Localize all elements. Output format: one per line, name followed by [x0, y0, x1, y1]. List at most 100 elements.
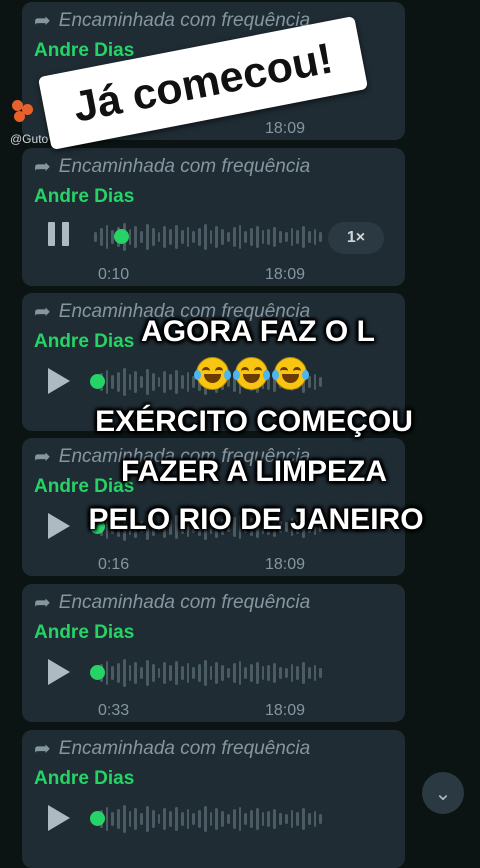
playback-position[interactable]: [90, 811, 105, 826]
waveform-bar: [186, 372, 190, 392]
waveform-bar: [209, 666, 213, 680]
voice-message[interactable]: ➦ Encaminhada com frequência Andre Dias …: [22, 584, 405, 722]
waveform-bar: [279, 667, 282, 679]
waveform-bar: [128, 665, 132, 681]
waveform-bar: [122, 805, 126, 833]
waveform-bar: [221, 665, 224, 681]
waveform-bar: [169, 665, 172, 681]
voice-message[interactable]: ➦ Encaminhada com frequência Andre Dias: [22, 730, 405, 868]
waveform-bar: [122, 368, 126, 396]
waveform-bar: [250, 228, 253, 246]
waveform-bar: [157, 668, 161, 678]
waveform-bar: [203, 660, 207, 686]
waveform-bar: [319, 814, 323, 824]
waveform-bar: [221, 811, 224, 827]
waveform-bar: [140, 376, 144, 388]
waveform-bar: [140, 231, 144, 243]
laughing-emoji-icon: [194, 357, 231, 390]
waveform-bar: [296, 230, 300, 244]
waveform-bar: [279, 813, 282, 825]
waveform-bar: [238, 661, 242, 685]
sender-name: Andre Dias: [34, 768, 135, 789]
watermark-logo-icon: [10, 100, 36, 124]
waveform-bar: [117, 663, 120, 683]
waveform-bar: [296, 666, 300, 680]
scroll-down-button[interactable]: ⌄: [422, 772, 464, 814]
waveform-bar: [134, 662, 138, 684]
laughing-emoji-row: [194, 357, 309, 390]
waveform-bar: [313, 811, 317, 827]
waveform-bar: [221, 229, 224, 245]
waveform-bar: [215, 226, 219, 248]
forward-arrows-icon: ➦: [34, 592, 51, 614]
message-time: 18:09: [265, 702, 306, 719]
waveform-bar: [128, 374, 132, 390]
forward-arrows-icon: ➦: [34, 10, 51, 32]
waveform-bar: [169, 811, 172, 827]
forward-arrows-icon: ➦: [34, 738, 51, 760]
play-button[interactable]: [48, 656, 78, 688]
message-duration: 0:10: [98, 266, 130, 283]
playback-speed-button[interactable]: 1×: [328, 222, 384, 254]
waveform-bar: [111, 666, 115, 680]
waveform-bar: [105, 807, 109, 831]
waveform-bar: [273, 227, 276, 247]
waveform-bar: [313, 665, 317, 681]
message-time: 18:09: [265, 556, 306, 573]
waveform-bar: [215, 662, 219, 684]
voice-message[interactable]: ➦ Encaminhada com frequência Andre Dias …: [22, 148, 405, 286]
waveform-bar: [226, 814, 230, 824]
waveform-bar: [238, 225, 242, 249]
waveform-bar: [284, 814, 288, 824]
waveform-bar: [163, 371, 167, 393]
waveform-bar: [169, 374, 172, 390]
waveform-bar: [186, 809, 190, 829]
waveform-bar: [163, 226, 167, 248]
forwarded-label: ➦ Encaminhada com frequência: [34, 9, 311, 33]
waveform-bar: [163, 808, 167, 830]
waveform-bar: [250, 664, 253, 682]
playback-position[interactable]: [114, 229, 129, 244]
waveform-bar: [140, 667, 144, 679]
playback-position[interactable]: [90, 665, 105, 680]
waveform-bar: [319, 377, 323, 387]
waveform-bar: [255, 808, 259, 830]
pause-icon: [48, 222, 78, 246]
waveform-bar: [146, 806, 149, 832]
waveform-bar: [146, 369, 149, 395]
waveform-bar: [163, 662, 167, 684]
waveform-bar: [192, 231, 196, 243]
waveform-bar: [192, 813, 196, 825]
waveform-bar: [105, 661, 109, 685]
waveform-bar: [140, 813, 144, 825]
message-duration: 0:16: [98, 556, 130, 573]
waveform[interactable]: [94, 658, 323, 688]
waveform-bar: [180, 812, 184, 826]
waveform-bar: [198, 810, 201, 828]
waveform-bar: [157, 232, 161, 242]
waveform-bar: [261, 666, 265, 680]
waveform-bar: [226, 232, 230, 242]
pause-button[interactable]: [48, 220, 78, 252]
waveform-bar: [117, 809, 120, 829]
waveform-bar: [261, 812, 265, 826]
message-duration: 0:33: [98, 702, 130, 719]
playback-position[interactable]: [90, 374, 105, 389]
waveform-bar: [267, 229, 271, 245]
waveform-bar: [203, 806, 207, 832]
play-button[interactable]: [48, 365, 78, 397]
play-button[interactable]: [48, 802, 78, 834]
waveform-bar: [157, 377, 161, 387]
forwarded-label: ➦ Encaminhada com frequência: [34, 155, 311, 179]
waveform-bar: [94, 232, 97, 242]
waveform[interactable]: [94, 804, 323, 834]
laughing-emoji-icon: [272, 357, 309, 390]
waveform-bar: [105, 225, 109, 249]
waveform-bar: [174, 661, 178, 685]
waveform-bar: [255, 226, 259, 248]
waveform-bar: [105, 370, 109, 394]
caption-line-2: EXÉRCITO COMEÇOU: [95, 405, 413, 438]
forwarded-label: ➦ Encaminhada com frequência: [34, 737, 311, 761]
waveform-bar: [244, 813, 248, 825]
waveform-bar: [174, 807, 178, 831]
